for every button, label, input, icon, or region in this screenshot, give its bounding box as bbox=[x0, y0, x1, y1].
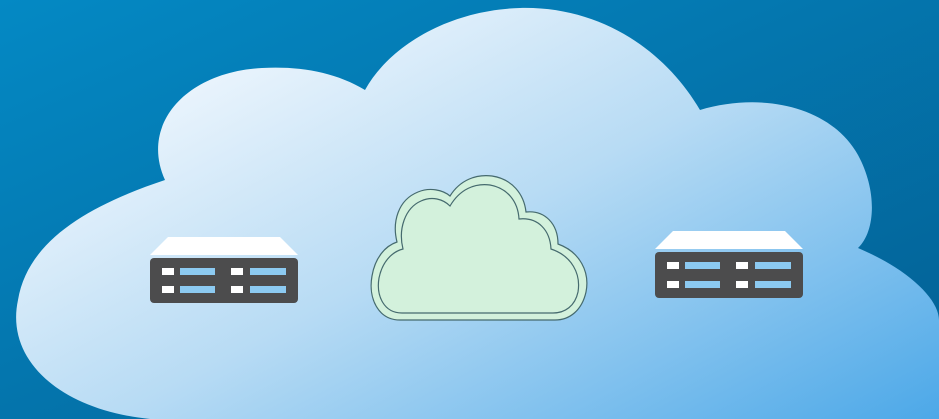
server-led bbox=[231, 286, 243, 293]
server-drive-slot bbox=[755, 281, 791, 288]
server-icon bbox=[655, 231, 803, 298]
server-top-face bbox=[150, 237, 298, 255]
server-drive-slot bbox=[685, 262, 720, 269]
server-drive-slot bbox=[685, 281, 720, 288]
server-led bbox=[736, 262, 748, 269]
server-drive-slot bbox=[250, 286, 286, 293]
server-drive-slot bbox=[180, 286, 215, 293]
server-icon bbox=[150, 237, 298, 303]
server-led bbox=[162, 268, 174, 275]
server-body bbox=[655, 252, 803, 298]
server-led bbox=[162, 286, 174, 293]
server-drive-slot bbox=[250, 268, 286, 275]
server-drive-slot bbox=[755, 262, 791, 269]
server-led bbox=[736, 281, 748, 288]
server-led bbox=[231, 268, 243, 275]
diagram-canvas bbox=[0, 0, 939, 419]
server-body bbox=[150, 258, 298, 303]
server-drive-slot bbox=[180, 268, 215, 275]
server-led bbox=[667, 262, 679, 269]
server-led bbox=[667, 281, 679, 288]
cloud-network-diagram bbox=[0, 0, 939, 419]
server-top-face bbox=[655, 231, 803, 249]
